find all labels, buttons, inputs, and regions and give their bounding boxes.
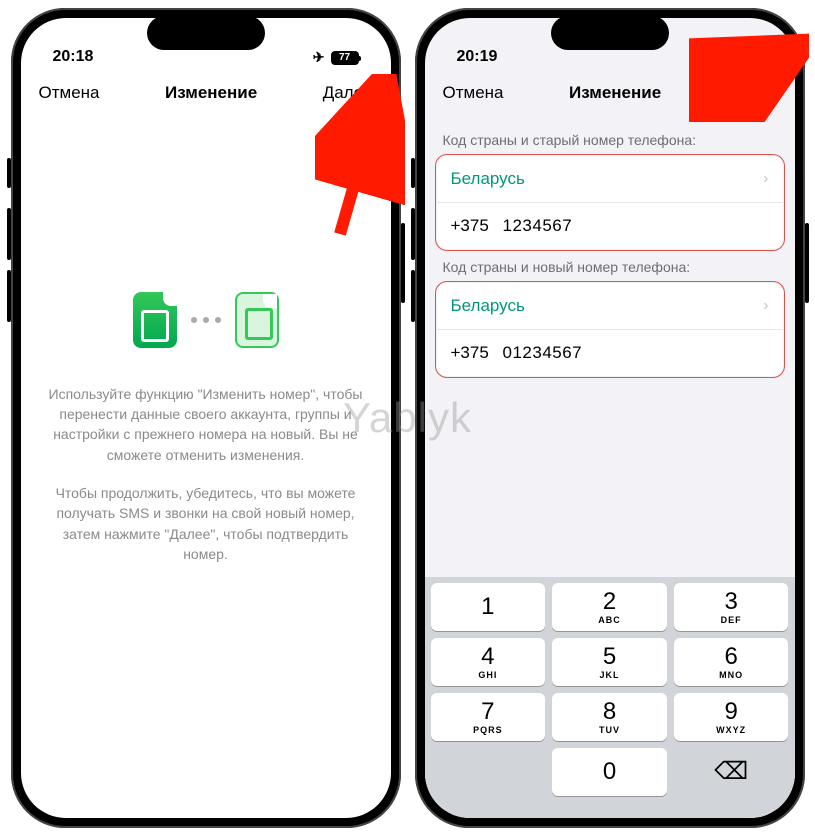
phone-prefix: +375 <box>451 216 503 236</box>
old-number-label: Код страны и старый номер телефона: <box>425 122 795 156</box>
phone-row[interactable]: +375 01234567 <box>437 330 783 376</box>
battery-icon: 77 <box>331 51 359 65</box>
status-time: 20:19 <box>457 48 498 66</box>
battery-icon: 77 <box>735 51 763 65</box>
power-button <box>805 223 809 303</box>
key-3[interactable]: 3DEF <box>674 583 789 631</box>
airplane-mode-icon: ✈ <box>313 49 325 66</box>
phone-number-input[interactable]: 1234567 <box>503 216 769 236</box>
country-row[interactable]: Беларусь › <box>437 283 783 330</box>
key-0[interactable]: 0 <box>552 748 667 796</box>
next-button[interactable]: Далее <box>727 83 777 103</box>
country-value: Беларусь <box>451 169 764 189</box>
nav-title: Изменение <box>569 83 661 103</box>
new-number-card: Беларусь › +375 01234567 <box>437 283 783 376</box>
numeric-keypad: 1 2ABC 3DEF 4GHI 5JKL 6MNO 7PQRS 8TUV 9W… <box>425 577 795 818</box>
key-backspace[interactable]: ⌫ <box>674 748 789 796</box>
chevron-right-icon: › <box>763 297 768 315</box>
volume-up-button <box>411 208 415 260</box>
phone-row[interactable]: +375 1234567 <box>437 203 783 249</box>
key-9[interactable]: 9WXYZ <box>674 693 789 741</box>
country-value: Беларусь <box>451 296 764 316</box>
side-button <box>411 158 415 188</box>
volume-down-button <box>411 270 415 322</box>
key-8[interactable]: 8TUV <box>552 693 667 741</box>
next-button[interactable]: Далее <box>323 83 373 103</box>
phone-number-input[interactable]: 01234567 <box>503 343 769 363</box>
backspace-icon: ⌫ <box>714 760 748 784</box>
country-row[interactable]: Беларусь › <box>437 156 783 203</box>
dynamic-island <box>147 16 265 50</box>
key-5[interactable]: 5JKL <box>552 638 667 686</box>
side-button <box>7 158 11 188</box>
key-blank <box>431 748 546 796</box>
sim-old-icon <box>133 292 177 348</box>
key-6[interactable]: 6MNO <box>674 638 789 686</box>
airplane-mode-icon: ✈ <box>717 49 729 66</box>
dynamic-island <box>551 16 669 50</box>
chevron-right-icon: › <box>763 170 768 188</box>
key-2[interactable]: 2ABC <box>552 583 667 631</box>
power-button <box>401 223 405 303</box>
info-paragraph-1: Используйте функцию "Изменить номер", чт… <box>49 384 363 465</box>
key-7[interactable]: 7PQRS <box>431 693 546 741</box>
phone-right: 20:19 ✈ 77 Отмена Изменение Далее Код ст… <box>415 8 805 828</box>
nav-bar: Отмена Изменение Далее <box>21 70 391 116</box>
phone-prefix: +375 <box>451 343 503 363</box>
nav-bar: Отмена Изменение Далее <box>425 70 795 116</box>
sim-swap-illustration <box>133 292 279 348</box>
key-1[interactable]: 1 <box>431 583 546 631</box>
old-number-card: Беларусь › +375 1234567 <box>437 156 783 249</box>
cancel-button[interactable]: Отмена <box>39 83 100 103</box>
sim-new-icon <box>235 292 279 348</box>
volume-up-button <box>7 208 11 260</box>
phone-left: 20:18 ✈ 77 Отмена Изменение Далее Исполь… <box>11 8 401 828</box>
dots-icon <box>191 317 221 323</box>
nav-title: Изменение <box>165 83 257 103</box>
key-4[interactable]: 4GHI <box>431 638 546 686</box>
new-number-label: Код страны и новый номер телефона: <box>425 249 795 283</box>
cancel-button[interactable]: Отмена <box>443 83 504 103</box>
volume-down-button <box>7 270 11 322</box>
content-body: Используйте функцию "Изменить номер", чт… <box>21 116 391 818</box>
content-body: Код страны и старый номер телефона: Бела… <box>425 116 795 818</box>
status-time: 20:18 <box>53 48 94 66</box>
info-paragraph-2: Чтобы продолжить, убедитесь, что вы може… <box>49 483 363 564</box>
